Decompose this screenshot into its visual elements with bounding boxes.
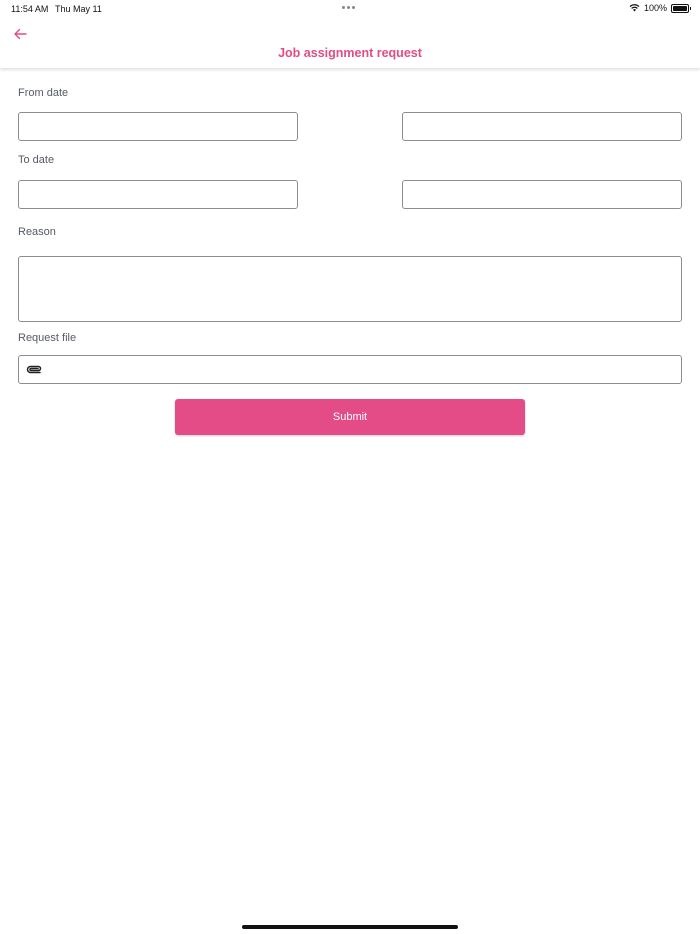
reason-textarea[interactable] [18, 256, 682, 322]
to-date-field[interactable] [18, 180, 298, 209]
page-title: Job assignment request [278, 46, 422, 60]
status-date: Thu May 11 [55, 4, 102, 14]
to-date-label: To date [18, 154, 55, 166]
status-time: 11:54 AM [11, 4, 49, 14]
reason-label: Reason [18, 226, 56, 238]
request-file-input[interactable] [18, 355, 682, 384]
battery-icon [671, 3, 691, 13]
wifi-icon [629, 4, 640, 12]
status-bar: 11:54 AM Thu May 11 100% [0, 0, 700, 16]
multitasking-dots-icon[interactable] [342, 6, 355, 9]
battery-percent: 100% [643, 3, 667, 13]
app-header: Job assignment request [0, 16, 700, 68]
arrow-left-icon [14, 28, 27, 40]
from-date-label: From date [18, 87, 69, 99]
to-time-field[interactable] [402, 180, 682, 209]
submit-button[interactable]: Submit [175, 399, 525, 435]
request-file-label: Request file [18, 332, 77, 344]
home-indicator [242, 925, 458, 929]
back-button[interactable] [10, 24, 30, 44]
status-indicators: 100% [629, 3, 691, 13]
paperclip-icon [26, 365, 42, 374]
from-time-field[interactable] [402, 112, 682, 141]
from-date-field[interactable] [18, 112, 298, 141]
